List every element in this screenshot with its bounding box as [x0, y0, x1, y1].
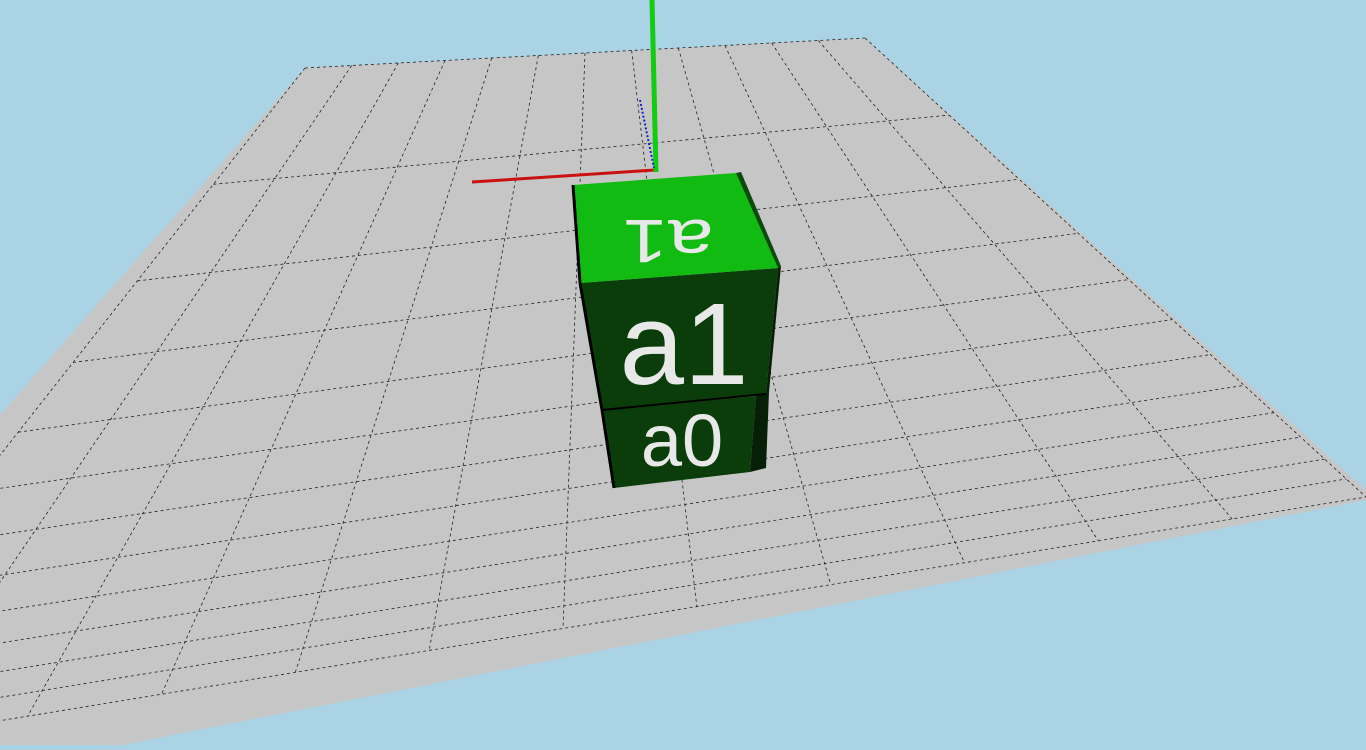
block-a1-label: a1	[619, 279, 748, 409]
scene-canvas[interactable]: a0 a1 a1	[0, 0, 1366, 745]
3d-viewport[interactable]: a0 a1 a1	[0, 0, 1366, 745]
block-a1-top-label: a1	[622, 206, 713, 275]
block-a0-label: a0	[641, 399, 723, 482]
block-a1[interactable]: a1 a1	[571, 172, 781, 411]
